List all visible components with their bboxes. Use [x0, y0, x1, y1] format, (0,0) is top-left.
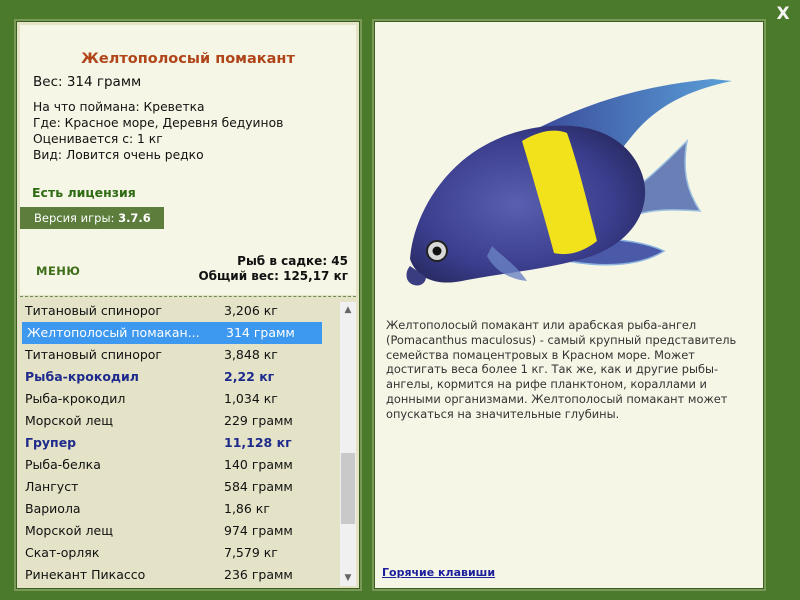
keepnet-total-weight: Общий вес: 125,17 кг [198, 269, 348, 283]
catch-weight: 229 грамм [224, 413, 293, 428]
license-status: Есть лицензия [32, 185, 136, 200]
catch-name: Ринекант Пикассо [25, 567, 146, 582]
catch-name: Морской лещ [25, 523, 113, 538]
close-button[interactable]: X [774, 5, 792, 23]
catch-name: Рыба-крокодил [25, 391, 126, 406]
catch-weight: 584 грамм [224, 479, 293, 494]
catch-name: Титановый спинорог [25, 303, 162, 318]
list-item[interactable]: Рыба-крокодил 2,22 кг [20, 366, 338, 388]
fish-description: Желтополосый помакант или арабская рыба-… [386, 318, 737, 421]
catch-weight: 1,034 кг [224, 391, 278, 406]
keepnet-count: Рыб в садке: 45 [237, 254, 348, 268]
catch-list[interactable]: Титановый спинорог 3,206 кг Желтополосый п… [20, 300, 338, 587]
list-item[interactable]: Ринекант Пикассо 236 грамм [20, 564, 338, 586]
scroll-down-arrow-icon[interactable]: ▼ [340, 570, 356, 586]
catch-name: Рыба-белка [25, 457, 101, 472]
fish-weight: Вес: 314 грамм [33, 74, 142, 90]
catch-weight: 11,128 кг [224, 435, 292, 450]
catch-weight: 3,206 кг [224, 303, 278, 318]
version-label: Версия игры: [34, 211, 115, 225]
catch-weight: 236 грамм [224, 567, 293, 582]
catch-weight: 140 грамм [224, 457, 293, 472]
version-value: 3.7.6 [118, 211, 151, 225]
list-item[interactable]: Рыба-белка 140 грамм [20, 454, 338, 476]
catch-weight: 314 грамм [226, 325, 295, 340]
list-item[interactable]: Титановый спинорог 3,206 кг [20, 300, 338, 322]
list-item[interactable]: Групер 11,128 кг [20, 432, 338, 454]
valuation-detail: Оценивается с: 1 кг [33, 132, 163, 146]
catch-weight: 974 грамм [224, 523, 293, 538]
catch-name: Рыба-крокодил [25, 369, 139, 384]
bait-detail: На что поймана: Креветка [33, 100, 205, 114]
fish-info-panel: Желтополосый помакант Вес: 314 грамм На … [14, 19, 362, 591]
list-item[interactable]: Скат-орляк 7,579 кг [20, 542, 338, 564]
list-item[interactable]: Лангуст 584 грамм [20, 476, 338, 498]
catch-name: Групер [25, 435, 77, 450]
list-item[interactable]: Рыба-крокодил 1,034 кг [20, 388, 338, 410]
catch-name: Желтополосый помакан... [27, 325, 200, 340]
list-item[interactable]: Морской лещ 974 грамм [20, 520, 338, 542]
catch-weight: 2,22 кг [224, 369, 275, 384]
fish-info-box: Желтополосый помакант Вес: 314 грамм На … [20, 25, 356, 295]
catch-name: Морской лещ [25, 413, 113, 428]
list-item[interactable]: Морской лещ 229 грамм [20, 410, 338, 432]
fish-pupil [432, 246, 442, 256]
catch-weight: 1,86 кг [224, 501, 270, 516]
fish-image [406, 79, 732, 286]
catch-name: Титановый спинорог [25, 347, 162, 362]
fish-picture-panel: Желтополосый помакант или арабская рыба-… [372, 19, 766, 591]
scroll-thumb[interactable] [341, 453, 355, 524]
catch-weight: 3,848 кг [224, 347, 278, 362]
menu-button[interactable]: МЕНЮ [36, 264, 80, 278]
catch-name: Лангуст [25, 479, 79, 494]
scroll-up-arrow-icon[interactable]: ▲ [340, 302, 356, 318]
list-item[interactable]: Вариола 1,86 кг [20, 498, 338, 520]
hotkeys-link[interactable]: Горячие клавиши [382, 566, 495, 579]
rarity-detail: Вид: Ловится очень редко [33, 148, 204, 162]
catch-list-scrollbar[interactable]: ▲ ▼ [340, 302, 356, 586]
catch-weight: 7,579 кг [224, 545, 278, 560]
version-bar: Версия игры: 3.7.6 [20, 207, 164, 229]
catch-name: Скат-орляк [25, 545, 100, 560]
list-item[interactable]: Титановый спинорог 3,848 кг [20, 344, 338, 366]
fish-title: Желтополосый помакант [81, 51, 295, 67]
list-item-selected[interactable]: Желтополосый помакан... 314 грамм [22, 322, 322, 344]
divider [20, 296, 356, 297]
catch-name: Вариола [25, 501, 81, 516]
location-detail: Где: Красное море, Деревня бедуинов [33, 116, 284, 130]
